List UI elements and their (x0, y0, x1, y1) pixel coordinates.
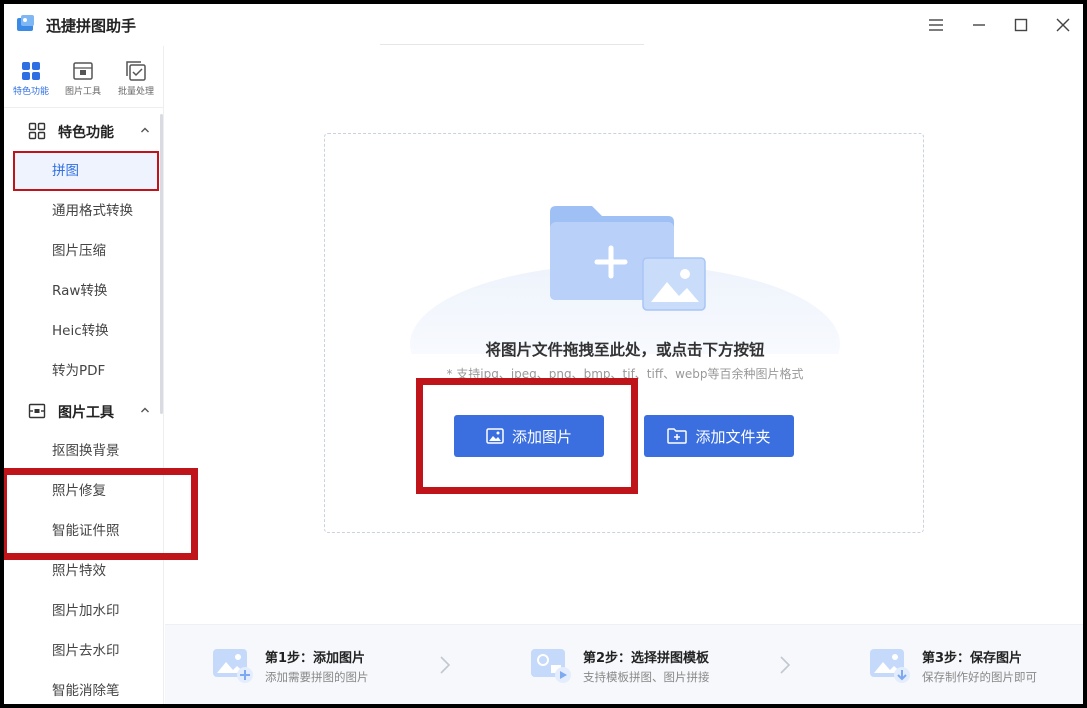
sidebar-item-format-convert[interactable]: 通用格式转换 (14, 192, 157, 230)
add-folder-label: 添加文件夹 (695, 427, 771, 446)
step-3-title: 第3步：保存图片 (922, 651, 1023, 666)
sidebar: 特色功能 图片工具 批量处理 特色功能 拼图 通用格式转换 图片压缩 Raw转换… (4, 46, 164, 704)
sidebar-item-id-photo[interactable]: 智能证件照 (14, 512, 157, 550)
image-icon (486, 428, 504, 444)
maximize-button[interactable] (1007, 12, 1035, 38)
sidebar-scrollbar[interactable] (160, 114, 163, 414)
grid-icon (28, 122, 46, 140)
top-tabs: 特色功能 图片工具 批量处理 (4, 46, 164, 108)
add-image-button[interactable]: 添加图片 (454, 415, 604, 457)
chevron-right-icon (440, 656, 451, 674)
tab-featured-label: 特色功能 (12, 87, 49, 97)
tab-image-tools[interactable]: 图片工具 (58, 56, 108, 102)
sidebar-item-to-pdf[interactable]: 转为PDF (14, 352, 157, 390)
title-bar: 迅捷拼图助手 (4, 4, 1083, 46)
step-3-desc: 保存制作好的图片即可 (922, 670, 1037, 684)
minimize-icon (973, 24, 985, 26)
add-image-step-icon (213, 649, 253, 683)
tab-batch[interactable]: 批量处理 (111, 56, 161, 102)
app-title: 迅捷拼图助手 (46, 17, 137, 35)
tab-image-tools-label: 图片工具 (64, 87, 101, 97)
sidebar-item-heic-convert[interactable]: Heic转换 (14, 312, 157, 350)
sidebar-item-add-watermark[interactable]: 图片加水印 (14, 592, 157, 630)
main-area: 将图片文件拖拽至此处，或点击下方按钮 * 支持jpg、jpeg、png、bmp、… (165, 46, 1083, 704)
batch-icon (126, 61, 146, 81)
grid-icon (22, 62, 40, 80)
menu-button[interactable] (922, 12, 950, 38)
folder-add-icon (667, 428, 688, 444)
add-folder-button[interactable]: 添加文件夹 (644, 415, 794, 457)
folder-image-illustration (410, 206, 840, 354)
chevron-right-icon (780, 656, 791, 674)
group-image-tools-header[interactable]: 图片工具 (4, 390, 162, 430)
sidebar-item-compress[interactable]: 图片压缩 (14, 232, 157, 270)
close-button[interactable] (1049, 12, 1077, 38)
sidebar-item-remove-watermark[interactable]: 图片去水印 (14, 632, 157, 670)
hamburger-icon (929, 19, 943, 31)
steps-bar: 第1步：添加图片 添加需要拼图的图片 第2步：选择拼图模板 支持模板拼图、图片拼… (165, 624, 1083, 704)
group-featured-header[interactable]: 特色功能 (4, 110, 162, 150)
close-icon (1056, 18, 1070, 32)
minimize-button[interactable] (965, 12, 993, 38)
drop-zone-hint: * 支持jpg、jpeg、png、bmp、tif、tiff、webp等百余种图片… (446, 367, 804, 381)
sidebar-item-raw-convert[interactable]: Raw转换 (14, 272, 157, 310)
add-image-label: 添加图片 (511, 427, 572, 446)
step-1-title: 第1步：添加图片 (265, 651, 366, 666)
step-1-desc: 添加需要拼图的图片 (265, 670, 369, 684)
step-2-desc: 支持模板拼图、图片拼接 (583, 670, 710, 684)
image-tools-icon (73, 62, 93, 80)
template-step-icon (531, 649, 571, 683)
chevron-up-icon (141, 127, 149, 133)
step-2-title: 第2步：选择拼图模板 (583, 651, 710, 666)
sidebar-item-collage[interactable]: 拼图 (14, 152, 157, 190)
sidebar-item-photo-effects[interactable]: 照片特效 (14, 552, 157, 590)
sidebar-item-eraser[interactable]: 智能消除笔 (14, 672, 157, 704)
app-window: 迅捷拼图助手 特色功能 图片工具 批量处理 特色功能 拼图 通用格式转换 图片压… (4, 4, 1083, 704)
drop-zone-title: 将图片文件拖拽至此处，或点击下方按钮 (485, 341, 765, 359)
sidebar-item-cutout-background[interactable]: 抠图换背景 (14, 432, 157, 470)
sidebar-item-photo-repair[interactable]: 照片修复 (14, 472, 157, 510)
group-featured-label: 特色功能 (58, 125, 114, 141)
maximize-icon (1014, 18, 1028, 32)
title-divider (380, 44, 644, 45)
tab-featured[interactable]: 特色功能 (6, 56, 56, 102)
drop-zone[interactable]: 将图片文件拖拽至此处，或点击下方按钮 * 支持jpg、jpeg、png、bmp、… (324, 133, 924, 533)
chevron-up-icon (141, 407, 149, 413)
group-image-tools-label: 图片工具 (58, 405, 114, 421)
image-tools-icon (28, 403, 46, 419)
app-logo-icon (17, 15, 34, 31)
tab-batch-label: 批量处理 (117, 87, 154, 97)
save-image-step-icon (870, 649, 910, 683)
